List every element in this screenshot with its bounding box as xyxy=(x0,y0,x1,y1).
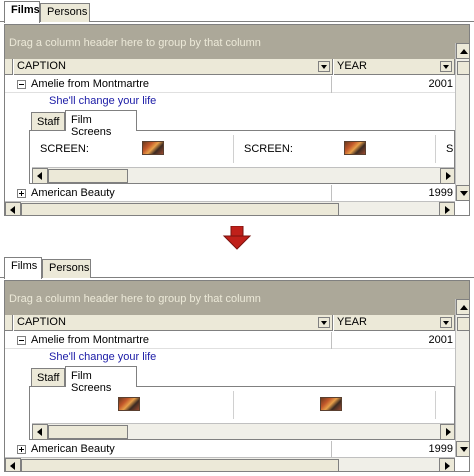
scroll-left-icon[interactable] xyxy=(5,202,21,215)
screen-cell[interactable] xyxy=(30,391,234,419)
tab-staff[interactable]: Staff xyxy=(31,368,65,386)
before-screenshot: Films Persons Drag a column header here … xyxy=(0,0,474,220)
screen-cell[interactable] xyxy=(234,391,436,419)
film-screens-panel: SCREEN: SCREEN: SC xyxy=(29,130,455,184)
scroll-left-icon[interactable] xyxy=(32,424,48,439)
scroll-right-icon[interactable] xyxy=(439,202,455,215)
chevron-down-icon[interactable] xyxy=(318,317,330,328)
row-indicator-header xyxy=(5,315,13,331)
column-header-year-label: YEAR xyxy=(337,60,367,72)
grid-horizontal-scrollbar[interactable] xyxy=(5,457,455,471)
screen-cell[interactable]: SCREEN: xyxy=(30,135,234,163)
screen-label: SCREEN: xyxy=(40,143,89,155)
scroll-right-icon[interactable] xyxy=(440,168,454,183)
film-screen-thumbnail xyxy=(142,141,164,155)
chevron-down-icon[interactable] xyxy=(440,317,452,328)
tab-films[interactable]: Films xyxy=(4,1,40,23)
group-by-panel[interactable]: Drag a column header here to group by th… xyxy=(5,281,469,315)
films-grid: Drag a column header here to group by th… xyxy=(4,280,470,472)
screens-row xyxy=(30,391,454,419)
scroll-down-icon[interactable] xyxy=(456,185,469,201)
column-header-year[interactable]: YEAR xyxy=(333,59,455,75)
scroll-thumb[interactable] xyxy=(457,61,469,75)
row-year: 1999 xyxy=(428,443,453,455)
detail-view: Staff Film Screens SCREEN: SCREEN: SC xyxy=(27,110,455,184)
screen-cell[interactable]: SC xyxy=(436,135,454,163)
scroll-right-icon[interactable] xyxy=(440,424,454,439)
tab-film-screens[interactable]: Film Screens xyxy=(65,366,137,394)
tab-persons[interactable]: Persons xyxy=(40,3,90,22)
scroll-left-icon[interactable] xyxy=(5,458,21,471)
column-header-caption-label: CAPTION xyxy=(17,316,66,328)
row-caption: American Beauty xyxy=(31,187,115,199)
group-by-panel[interactable]: Drag a column header here to group by th… xyxy=(5,25,469,59)
tab-films[interactable]: Films xyxy=(4,257,42,279)
tab-film-screens[interactable]: Film Screens xyxy=(65,110,137,138)
detail-view: Staff Film Screens xyxy=(27,366,455,440)
scroll-thumb[interactable] xyxy=(21,203,339,215)
scroll-down-icon[interactable] xyxy=(456,441,469,457)
chevron-down-icon[interactable] xyxy=(318,61,330,72)
collapse-icon[interactable] xyxy=(17,336,26,345)
table-row[interactable]: American Beauty 1999 xyxy=(5,185,455,202)
red-down-arrow-icon xyxy=(222,226,252,250)
screen-label: SC xyxy=(446,143,454,155)
after-screenshot: Films Persons Drag a column header here … xyxy=(0,256,474,476)
screen-cell[interactable]: SCREEN: xyxy=(234,135,436,163)
column-header-year-label: YEAR xyxy=(337,316,367,328)
column-header-row: CAPTION YEAR xyxy=(5,315,455,331)
table-row[interactable]: American Beauty 1999 xyxy=(5,441,455,458)
column-header-caption-label: CAPTION xyxy=(17,60,66,72)
film-screen-thumbnail xyxy=(344,141,366,155)
collapse-icon[interactable] xyxy=(17,80,26,89)
screen-label: SCREEN: xyxy=(244,143,293,155)
column-header-year[interactable]: YEAR xyxy=(333,315,455,331)
screens-row: SCREEN: SCREEN: SC xyxy=(30,135,454,163)
tab-staff[interactable]: Staff xyxy=(31,112,65,130)
row-preview-text: She'll change your life xyxy=(49,351,157,363)
screen-cell[interactable] xyxy=(436,391,454,419)
column-header-row: CAPTION YEAR xyxy=(5,59,455,75)
expand-icon[interactable] xyxy=(17,445,26,454)
scroll-left-icon[interactable] xyxy=(32,168,48,183)
tab-persons[interactable]: Persons xyxy=(42,259,91,278)
cell-divider xyxy=(331,76,332,93)
scroll-thumb[interactable] xyxy=(48,169,128,183)
scroll-up-icon[interactable] xyxy=(456,43,469,59)
films-grid: Drag a column header here to group by th… xyxy=(4,24,470,216)
column-header-caption[interactable]: CAPTION xyxy=(13,315,333,331)
table-row[interactable]: Amelie from Montmartre 2001 xyxy=(5,76,455,93)
detail-horizontal-scrollbar[interactable] xyxy=(32,423,454,439)
row-indicator-header xyxy=(5,59,13,75)
row-caption: American Beauty xyxy=(31,443,115,455)
row-year: 2001 xyxy=(428,334,453,346)
column-header-caption[interactable]: CAPTION xyxy=(13,59,333,75)
cell-divider xyxy=(331,185,332,202)
film-screen-thumbnail xyxy=(118,397,140,411)
scroll-thumb[interactable] xyxy=(21,459,339,471)
row-caption: Amelie from Montmartre xyxy=(31,78,149,90)
film-screen-thumbnail xyxy=(320,397,342,411)
scroll-thumb[interactable] xyxy=(48,425,128,439)
row-preview-text: She'll change your life xyxy=(49,95,157,107)
detail-horizontal-scrollbar[interactable] xyxy=(32,167,454,183)
row-year: 1999 xyxy=(428,187,453,199)
film-screens-panel xyxy=(29,386,455,440)
chevron-down-icon[interactable] xyxy=(440,61,452,72)
grid-vertical-scrollbar[interactable] xyxy=(455,43,469,201)
scroll-right-icon[interactable] xyxy=(439,458,455,471)
scroll-thumb[interactable] xyxy=(457,317,469,331)
expand-icon[interactable] xyxy=(17,189,26,198)
main-tabstrip: Films Persons xyxy=(0,256,474,279)
cell-divider xyxy=(331,441,332,458)
scroll-up-icon[interactable] xyxy=(456,299,469,315)
table-row[interactable]: Amelie from Montmartre 2001 xyxy=(5,332,455,349)
grid-vertical-scrollbar[interactable] xyxy=(455,299,469,457)
cell-divider xyxy=(331,332,332,349)
row-year: 2001 xyxy=(428,78,453,90)
main-tabstrip: Films Persons xyxy=(0,0,474,23)
row-caption: Amelie from Montmartre xyxy=(31,334,149,346)
grid-horizontal-scrollbar[interactable] xyxy=(5,201,455,215)
